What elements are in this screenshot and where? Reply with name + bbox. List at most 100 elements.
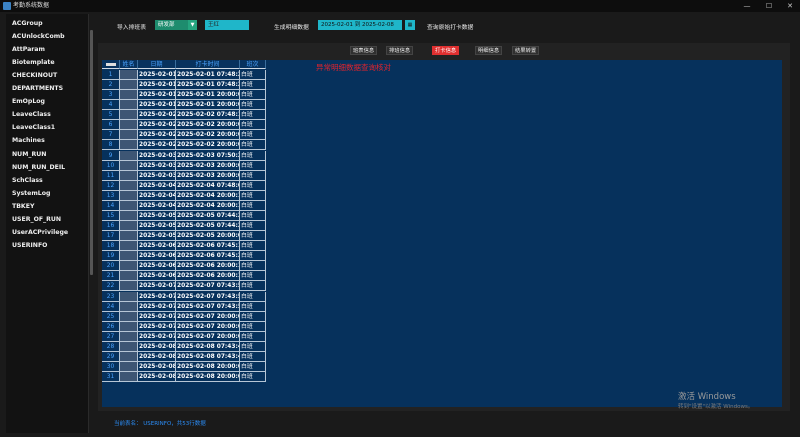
date-cell: 2025-02-08	[138, 362, 176, 373]
sidebar-item-num_run[interactable]: NUM_RUN	[12, 151, 46, 158]
tab-0[interactable]: 班表信息	[350, 46, 378, 55]
date-cell: 2025-02-01	[138, 80, 176, 91]
table-row[interactable]: 7 2025-02-02 2025-02-02 20:00:05 白班	[102, 130, 282, 141]
tab-2[interactable]: 打卡信息	[432, 46, 460, 55]
name-cell	[120, 180, 138, 191]
table-row[interactable]: 15 2025-02-05 2025-02-05 07:44:27 白班	[102, 210, 282, 221]
table-row[interactable]: 4 2025-02-01 2025-02-01 20:00:04 白班	[102, 100, 282, 111]
shift-cell: 白班	[240, 341, 266, 352]
generate-detail-button[interactable]: 生成明细数据	[274, 22, 309, 31]
date-cell: 2025-02-08	[138, 372, 176, 383]
sidebar-item-num_run_deil[interactable]: NUM_RUN_DEIL	[12, 164, 65, 171]
shift-cell: 白班	[240, 210, 266, 221]
sidebar-item-user_of_run[interactable]: USER_OF_RUN	[12, 216, 61, 223]
grid-header-3[interactable]: 打卡时间	[176, 60, 240, 69]
row-index: 15	[102, 210, 120, 221]
table-row[interactable]: 10 2025-02-03 2025-02-03 20:00:04 白班	[102, 160, 282, 171]
grid-header-1[interactable]: 姓名	[120, 60, 138, 69]
punch-time-cell: 2025-02-03 20:00:04	[176, 160, 240, 171]
sidebar-item-machines[interactable]: Machines	[12, 137, 45, 144]
table-row[interactable]: 11 2025-02-03 2025-02-03 20:00:05 白班	[102, 170, 282, 181]
row-index: 1	[102, 70, 120, 80]
table-row[interactable]: 12 2025-02-04 2025-02-04 07:48:02 白班	[102, 180, 282, 191]
table-row[interactable]: 2 2025-02-01 2025-02-01 07:48:23 白班	[102, 80, 282, 91]
table-row[interactable]: 25 2025-02-07 2025-02-07 20:00:02 白班	[102, 311, 282, 322]
tab-1[interactable]: 排班信息	[386, 46, 414, 55]
punch-time-cell: 2025-02-06 20:00:10	[176, 261, 240, 272]
date-cell: 2025-02-02	[138, 120, 176, 131]
table-row[interactable]: 3 2025-02-01 2025-02-01 20:00:03 白班	[102, 90, 282, 101]
row-index: 17	[102, 231, 120, 242]
grid-header-2[interactable]: 日期	[138, 60, 176, 69]
sidebar-item-attparam[interactable]: AttParam	[12, 46, 45, 53]
row-index: 4	[102, 100, 120, 111]
date-range-picker[interactable]: 2025-02-01 到 2025-02-08	[318, 20, 402, 30]
sidebar-item-useracprivilege[interactable]: UserACPrivilege	[12, 229, 68, 236]
shift-cell: 白班	[240, 321, 266, 332]
close-icon[interactable]: ✕	[783, 0, 797, 12]
table-row[interactable]: 5 2025-02-02 2025-02-02 07:48:17 白班	[102, 110, 282, 121]
sidebar-item-systemlog[interactable]: SystemLog	[12, 190, 50, 197]
shift-cell: 白班	[240, 231, 266, 242]
sidebar-scrollbar[interactable]	[90, 30, 93, 275]
table-row[interactable]: 22 2025-02-07 2025-02-07 07:43:53 白班	[102, 281, 282, 292]
name-cell	[120, 80, 138, 91]
row-index: 2	[102, 80, 120, 91]
sidebar-item-biotemplate[interactable]: Biotemplate	[12, 59, 55, 66]
table-row[interactable]: 29 2025-02-08 2025-02-08 07:43:47 白班	[102, 351, 282, 362]
tab-4[interactable]: 结果转置	[512, 46, 540, 55]
date-cell: 2025-02-07	[138, 301, 176, 312]
maximize-icon[interactable]: ☐	[762, 0, 776, 12]
table-row[interactable]: 23 2025-02-07 2025-02-07 07:43:54 白班	[102, 291, 282, 302]
name-cell	[120, 160, 138, 171]
sidebar-item-leaveclass[interactable]: LeaveClass	[12, 111, 51, 118]
table-row[interactable]: 6 2025-02-02 2025-02-02 20:00:04 白班	[102, 120, 282, 131]
sidebar-item-tbkey[interactable]: TBKEY	[12, 203, 34, 210]
table-row[interactable]: 13 2025-02-04 2025-02-04 20:00:12 白班	[102, 190, 282, 201]
row-index: 16	[102, 221, 120, 232]
table-row[interactable]: 21 2025-02-06 2025-02-06 20:00:11 白班	[102, 271, 282, 282]
table-row[interactable]: 14 2025-02-04 2025-02-04 20:00:13 白班	[102, 200, 282, 211]
calendar-icon[interactable]: ▦	[405, 20, 415, 30]
status-text: 当前表名： USERINFO，共53行数据	[114, 421, 206, 427]
row-index: 9	[102, 150, 120, 161]
employee-name-input[interactable]: 王红	[205, 20, 249, 30]
table-row[interactable]: 9 2025-02-03 2025-02-03 07:50:24 白班	[102, 150, 282, 161]
select-all-corner[interactable]	[106, 63, 116, 66]
grid-header-4[interactable]: 班次	[240, 60, 266, 69]
date-cell: 2025-02-02	[138, 110, 176, 121]
table-row[interactable]: 16 2025-02-05 2025-02-05 07:44:28 白班	[102, 221, 282, 232]
table-row[interactable]: 31 2025-02-08 2025-02-08 20:00:08 白班	[102, 372, 282, 383]
sidebar-item-departments[interactable]: DEPARTMENTS	[12, 85, 63, 92]
minimize-icon[interactable]: —	[740, 0, 754, 12]
data-grid[interactable]: 异常明细数据查询核对 姓名 日期 打卡时间 班次 1 2025-02-01 2025-02-…	[102, 60, 782, 407]
import-schedule-button[interactable]: 导入排班表	[117, 22, 146, 31]
row-index: 30	[102, 362, 120, 373]
table-row[interactable]: 26 2025-02-07 2025-02-07 20:00:03 白班	[102, 321, 282, 332]
query-raw-punch-button[interactable]: 查询原始打卡数据	[427, 22, 473, 31]
sidebar-item-checkinout[interactable]: CHECKINOUT	[12, 72, 57, 79]
date-cell: 2025-02-07	[138, 311, 176, 322]
sidebar-item-acgroup[interactable]: ACGroup	[12, 20, 43, 27]
table-row[interactable]: 27 2025-02-07 2025-02-07 20:00:04 白班	[102, 331, 282, 342]
table-row[interactable]: 19 2025-02-06 2025-02-06 07:45:20 白班	[102, 251, 282, 262]
table-row[interactable]: 18 2025-02-06 2025-02-06 07:45:19 白班	[102, 241, 282, 252]
table-row[interactable]: 20 2025-02-06 2025-02-06 20:00:10 白班	[102, 261, 282, 272]
table-row[interactable]: 17 2025-02-05 2025-02-05 20:00:03 白班	[102, 231, 282, 242]
name-cell	[120, 251, 138, 262]
date-cell: 2025-02-03	[138, 170, 176, 181]
table-row[interactable]: 24 2025-02-07 2025-02-07 07:43:55 白班	[102, 301, 282, 312]
table-row[interactable]: 28 2025-02-08 2025-02-08 07:43:45 白班	[102, 341, 282, 352]
department-select[interactable]: 研发部 ▼	[155, 20, 197, 30]
table-row[interactable]: 1 2025-02-01 2025-02-01 07:48:22 白班	[102, 70, 282, 80]
sidebar-item-acunlockcomb[interactable]: ACUnlockComb	[12, 33, 65, 40]
sidebar-item-leaveclass1[interactable]: LeaveClass1	[12, 124, 55, 131]
sidebar-item-userinfo[interactable]: USERINFO	[12, 242, 47, 249]
date-cell: 2025-02-01	[138, 100, 176, 111]
tab-3[interactable]: 明细信息	[475, 46, 503, 55]
table-row[interactable]: 30 2025-02-08 2025-02-08 20:00:07 白班	[102, 362, 282, 373]
row-index: 3	[102, 90, 120, 101]
sidebar-item-schclass[interactable]: SchClass	[12, 177, 43, 184]
table-row[interactable]: 8 2025-02-02 2025-02-02 20:00:06 白班	[102, 140, 282, 151]
sidebar-item-emoplog[interactable]: EmOpLog	[12, 98, 45, 105]
